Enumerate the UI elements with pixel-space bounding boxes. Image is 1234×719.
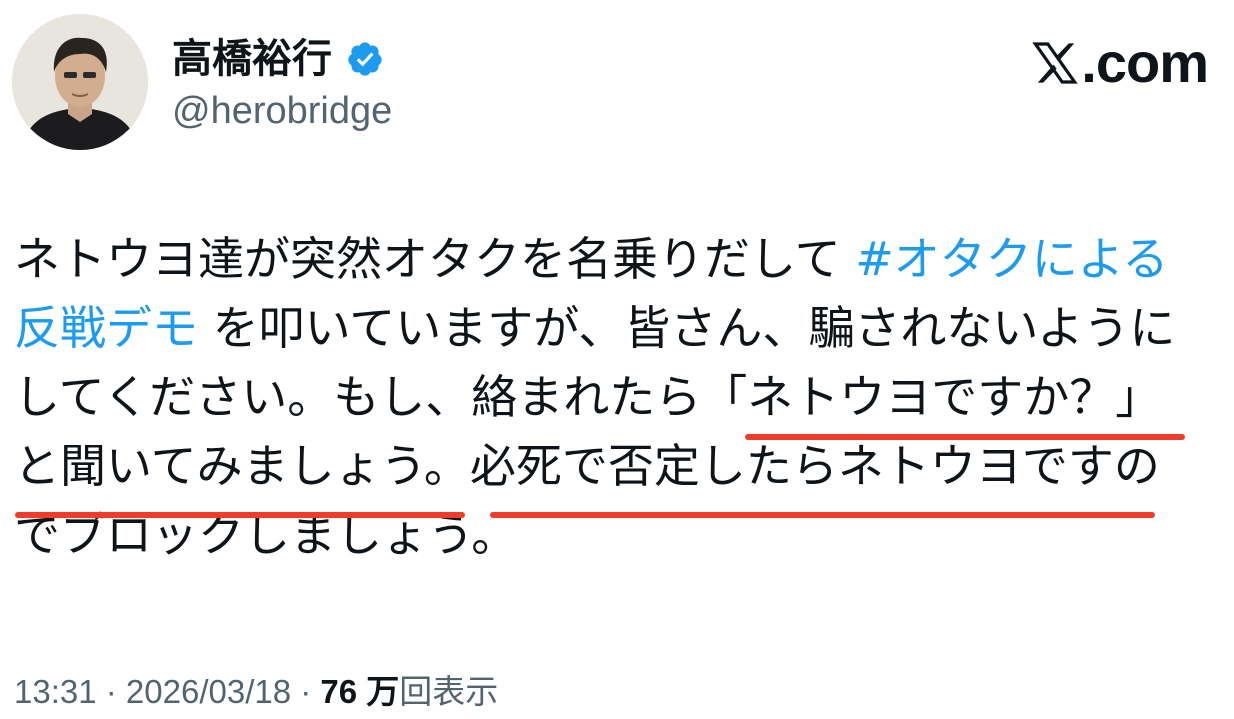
highlight-underline: [15, 512, 465, 518]
tweet-line: してください。もし、絡まれたら「ネトウヨですか？」: [14, 363, 1224, 432]
tweet-text-segment: と聞いてみましょう。必死で否定したらネトウヨですの: [14, 439, 1160, 493]
hashtag-link[interactable]: 反戦デモ: [14, 301, 198, 355]
tweet-text: ネトウヨ達が突然オタクを名乗りだして #オタクによる 反戦デモ を叩いていますが、…: [14, 225, 1224, 570]
views-label: 回表示: [399, 673, 499, 710]
x-com-label: .com: [1081, 31, 1209, 94]
meta-separator: ·: [96, 673, 126, 710]
verified-badge-icon: [346, 40, 384, 78]
highlight-underline: [745, 434, 1185, 440]
tweet-line: と聞いてみましょう。必死で否定したらネトウヨですの: [14, 432, 1224, 501]
highlight-underline: [490, 512, 1155, 518]
meta-separator: ·: [291, 673, 321, 710]
x-logo-icon: [1032, 41, 1078, 84]
tweet-date[interactable]: 2026/03/18: [126, 673, 291, 710]
author-name-row[interactable]: 高橋裕行: [172, 30, 384, 88]
avatar[interactable]: [12, 14, 148, 150]
tweet-text-segment: ネトウヨ達が突然オタクを名乗りだして: [14, 232, 856, 286]
tweet-text-segment: してください。もし、絡まれたら「ネトウヨですか？」: [14, 370, 1162, 424]
views-count: 76 万: [320, 673, 400, 710]
x-com-branding: .com: [1031, 30, 1209, 95]
tweet-time[interactable]: 13:31: [14, 673, 97, 710]
tweet-meta: 13:31 · 2026/03/18 · 76 万回表示: [14, 670, 498, 714]
author-handle[interactable]: @herobridge: [172, 86, 392, 136]
author-display-name[interactable]: 高橋裕行: [172, 30, 332, 88]
tweet-text-segment: を叩いていますが、皆さん、騙されないように: [198, 301, 1176, 355]
hashtag-link[interactable]: #オタクによる: [855, 232, 1168, 286]
tweet-line: ネトウヨ達が突然オタクを名乗りだして #オタクによる: [14, 225, 1224, 294]
tweet-line: 反戦デモ を叩いていますが、皆さん、騙されないように: [14, 294, 1224, 363]
